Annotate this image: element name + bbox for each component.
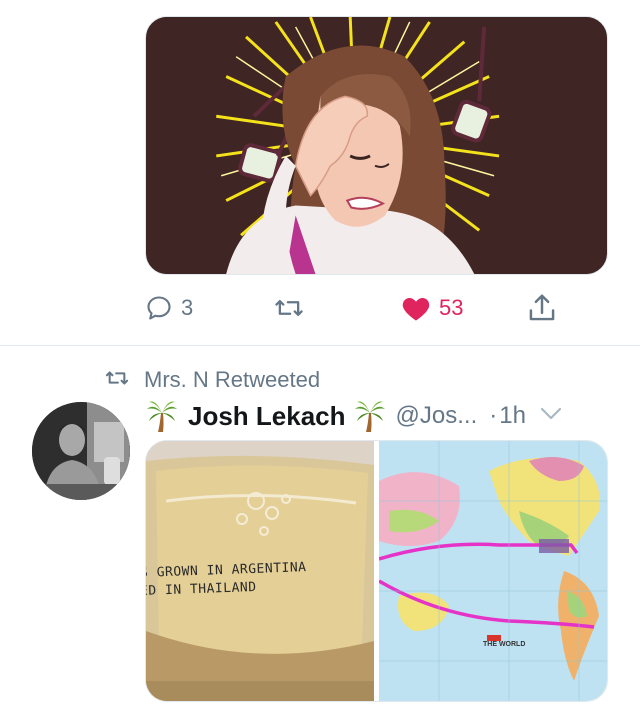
reply-count: 3 [181,295,194,320]
chevron-down-icon [540,407,562,426]
retweet-icon [273,294,305,322]
heart-icon [401,294,431,322]
tweet-action-bar: 3 53 [145,288,608,328]
palm-tree-icon [146,399,178,433]
retweet-button[interactable] [273,288,313,328]
display-name[interactable]: Josh Lekach [188,401,346,432]
user-handle[interactable]: @Jos... [396,402,478,430]
tweet-media-facepalm-image[interactable] [145,16,608,275]
retweet-icon [104,367,130,394]
tweet-timestamp[interactable]: 1h [499,402,526,430]
like-count: 53 [439,295,464,320]
map-logo-text: THE WORLD [483,641,526,648]
avatar[interactable] [32,402,130,500]
tweet-media-cup-image[interactable]: S GROWN IN ARGENTINA ED IN THAILAND [146,441,374,701]
palm-tree-icon [354,399,386,433]
like-button[interactable]: 53 [401,288,463,328]
retweet-context-label: Mrs. N Retweeted [144,367,321,392]
tweet-menu-button[interactable] [540,407,562,426]
share-icon [527,292,557,324]
retweet-context[interactable]: Mrs. N Retweeted [104,366,320,394]
reply-icon [145,294,173,322]
separator-dot: · [489,402,498,429]
profile-photo [32,402,130,500]
tweet-header: Josh Lekach @Jos... · 1h [146,396,616,436]
tweet-media-map-image[interactable]: THE WORLD [379,441,607,701]
reply-button[interactable]: 3 [145,288,193,328]
share-button[interactable] [527,288,557,328]
world-map-photo [379,441,607,701]
tweet-media-gallery: S GROWN IN ARGENTINA ED IN THAILAND THE … [145,440,608,702]
facepalm-illustration [146,17,607,274]
tweet-divider [0,345,640,346]
